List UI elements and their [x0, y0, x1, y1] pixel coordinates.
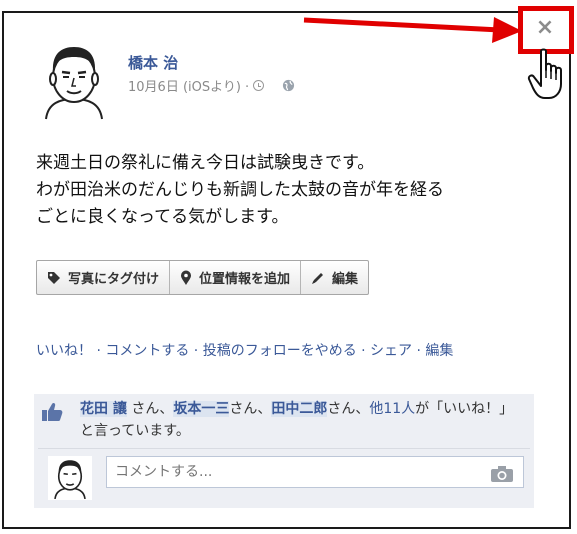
like-others-link[interactable]: 他11人	[369, 401, 415, 417]
post-meta: 10月6日 (iOSより) ·	[128, 76, 295, 95]
edit-button[interactable]: 編集	[301, 261, 368, 294]
close-icon[interactable]: ×	[532, 15, 558, 41]
pencil-icon	[312, 272, 324, 284]
divider	[38, 448, 530, 449]
tag-photo-label: 写真にタグ付け	[68, 272, 160, 287]
hand-cursor-icon	[527, 48, 562, 99]
tag-icon	[48, 271, 60, 284]
camera-icon[interactable]	[490, 465, 514, 483]
post-toolbar: 写真にタグ付け 位置情報を追加 編集	[36, 260, 370, 295]
globe-icon[interactable]	[282, 79, 295, 92]
likes-summary: 花田 讓 さん、坂本一三さん、田中二郎さん、他11人が「いいね！」と言っています…	[80, 401, 514, 439]
author-name[interactable]: 橋本 治	[128, 52, 178, 73]
post-text: 来週土日の祭礼に備え今日は試験曳きです。 わが田治米のだんじりも新調した太鼓の音…	[36, 153, 444, 227]
likes-comments-panel: 花田 讓 さん、坂本一三さん、田中二郎さん、他11人が「いいね！」と言っています…	[34, 394, 534, 508]
avatar[interactable]	[38, 39, 110, 121]
like-user-2[interactable]: 坂本一三	[173, 401, 230, 417]
edit-label: 編集	[332, 272, 359, 287]
tag-photo-button[interactable]: 写真にタグ付け	[37, 261, 171, 294]
add-location-label: 位置情報を追加	[199, 272, 291, 287]
like-user-3[interactable]: 田中二郎	[271, 401, 328, 417]
add-location-button[interactable]: 位置情報を追加	[170, 261, 302, 294]
post-date[interactable]: 10月6日 (iOSより) ·	[128, 76, 249, 95]
pin-icon	[181, 270, 192, 285]
thumbs-up-icon[interactable]	[41, 402, 63, 422]
highlight-arrow	[303, 17, 522, 43]
like-user-1[interactable]: 花田 讓	[80, 401, 127, 417]
comment-avatar	[48, 456, 92, 500]
comment-input[interactable]	[106, 456, 524, 488]
post-actions[interactable]: いいね！ · コメントする · 投稿のフォローをやめる · シェア · 編集	[36, 340, 536, 362]
clock-icon	[253, 80, 265, 91]
